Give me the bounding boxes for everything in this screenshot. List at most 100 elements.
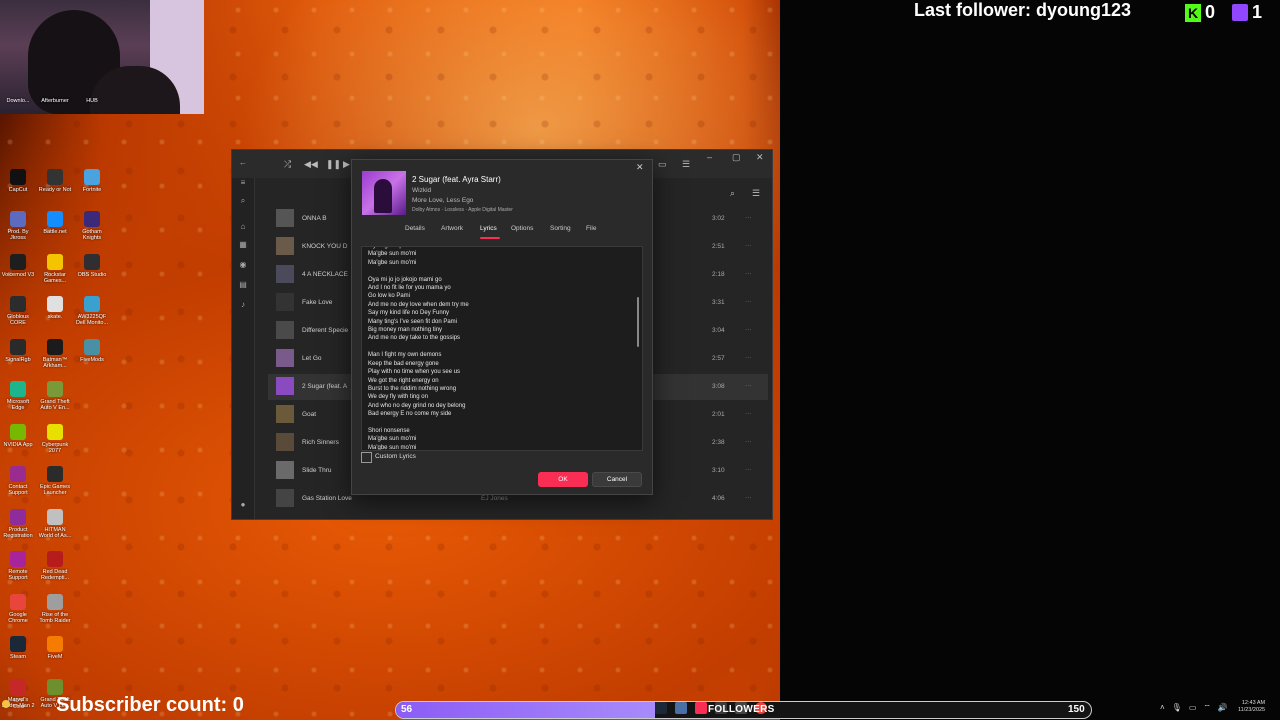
microphone-icon[interactable]: 🎙 xyxy=(1172,703,1182,713)
desktop-icon[interactable]: Gotham Knights xyxy=(74,211,110,241)
maximize-icon[interactable]: ▢ xyxy=(732,152,741,163)
back-icon[interactable]: ← xyxy=(237,158,249,167)
ok-button[interactable]: OK xyxy=(538,472,588,487)
desktop-icon[interactable]: Voicemod V3 xyxy=(0,253,36,278)
more-options-icon[interactable]: ··· xyxy=(745,242,752,249)
desktop-icon[interactable]: HITMAN World of As... xyxy=(37,508,73,539)
weather-widget[interactable]: 46°F Clear xyxy=(2,698,25,710)
network-icon[interactable]: ⌔ xyxy=(1203,703,1211,713)
desktop-icon[interactable]: Rise of the Tomb Raider xyxy=(37,593,73,624)
desktop-icon[interactable]: OBS Studio xyxy=(74,253,110,278)
desktop-icon[interactable]: NVIDIA App xyxy=(0,423,36,448)
desktop-icon[interactable]: Microsoft Edge xyxy=(0,381,36,411)
more-options-icon[interactable]: ··· xyxy=(745,270,752,277)
desktop-icon[interactable]: AW3225QF Dell Monito... xyxy=(74,296,110,326)
home-icon[interactable]: ⌂ xyxy=(237,222,249,231)
shuffle-icon[interactable]: ⤮ xyxy=(284,159,291,170)
desktop-icon[interactable]: CapCut xyxy=(0,168,36,193)
desktop-icon[interactable]: Battle.net xyxy=(37,211,73,235)
tab-options[interactable]: Options xyxy=(511,225,533,232)
steam-taskbar-icon[interactable] xyxy=(655,702,667,714)
desktop-icon[interactable]: Rockstar Games... xyxy=(37,253,73,284)
app-icon xyxy=(47,593,63,610)
app-icon xyxy=(84,168,100,185)
more-options-icon[interactable]: ··· xyxy=(745,410,752,417)
tab-lyrics[interactable]: Lyrics xyxy=(480,225,497,232)
track-duration: 2:51 xyxy=(712,243,725,250)
desktop-icon[interactable]: Remote Support xyxy=(0,551,36,581)
desktop-icon[interactable]: HUB xyxy=(74,98,110,104)
library-icon[interactable]: ▤ xyxy=(237,280,249,289)
active-tab-indicator xyxy=(480,237,500,239)
previous-track-icon[interactable]: ◀◀ xyxy=(304,159,318,170)
desktop-icon[interactable]: Google Chrome xyxy=(0,593,36,624)
webcam-feed xyxy=(0,0,204,114)
desktop-icon[interactable]: Cyberpunk 2077 xyxy=(37,423,73,454)
pause-icon[interactable]: ❚❚ xyxy=(326,159,341,170)
desktop-icon-label: HITMAN World of As... xyxy=(38,526,72,539)
desktop-icon[interactable]: Downlo... xyxy=(0,98,36,104)
minimize-icon[interactable]: – xyxy=(707,152,712,162)
track-duration: 4:06 xyxy=(712,495,725,502)
volume-icon[interactable]: 🔊 xyxy=(1218,703,1228,713)
app-icon xyxy=(10,551,26,567)
lyrics-toggle-icon[interactable]: ▭ xyxy=(658,159,667,170)
desktop-icon-label: OBS Studio xyxy=(77,271,107,278)
cancel-button[interactable]: Cancel xyxy=(592,472,642,487)
playlist-icon[interactable]: ♪ xyxy=(237,300,249,309)
tab-sorting[interactable]: Sorting xyxy=(550,225,571,232)
queue-icon[interactable]: ☰ xyxy=(682,159,690,170)
desktop-icon[interactable]: Epic Games Launcher xyxy=(37,466,73,496)
music-taskbar-icon[interactable] xyxy=(695,702,707,714)
taskbar-clock[interactable]: 12:43 AM 11/23/2025 xyxy=(1238,700,1265,714)
more-options-icon[interactable]: ··· xyxy=(745,214,752,221)
close-window-icon[interactable]: ✕ xyxy=(756,152,764,163)
search-icon[interactable]: ⌕ xyxy=(237,196,249,206)
desktop-icon[interactable]: Afterburner xyxy=(37,98,73,104)
account-icon[interactable]: ● xyxy=(237,500,249,509)
desktop-icon[interactable]: FiveM xyxy=(37,636,73,660)
radio-icon[interactable]: ◉ xyxy=(237,260,249,269)
menu-icon[interactable]: ≡ xyxy=(237,178,249,187)
more-options-icon[interactable]: ··· xyxy=(745,326,752,333)
tab-file[interactable]: File xyxy=(586,225,596,232)
tab-artwork[interactable]: Artwork xyxy=(441,225,463,232)
app-icon xyxy=(10,253,26,270)
track-artwork xyxy=(276,349,294,367)
desktop-icon-label: SignalRgb xyxy=(5,356,31,363)
desktop-icon[interactable]: Contact Support xyxy=(0,466,36,496)
custom-lyrics-checkbox[interactable] xyxy=(361,452,372,463)
desktop-icon[interactable]: skate. xyxy=(37,296,73,320)
lyrics-textarea[interactable]: If you good pleasure Ma'gbe sun mo'mi Ma… xyxy=(361,246,643,451)
followers-goal-fill xyxy=(396,702,656,718)
browse-icon[interactable]: ▦ xyxy=(237,240,249,249)
desktop-icon[interactable]: SignalRgb xyxy=(0,338,36,363)
close-dialog-icon[interactable]: ✕ xyxy=(636,162,644,173)
desktop-icon[interactable]: FiveMods xyxy=(74,338,110,363)
desktop-icon[interactable]: Fortnite xyxy=(74,168,110,193)
desktop-icon[interactable]: Grand Theft Auto V En... xyxy=(37,381,73,411)
more-options-icon[interactable]: ··· xyxy=(745,466,752,473)
more-options-icon[interactable]: ··· xyxy=(745,438,752,445)
desktop-icon[interactable]: Prod. By Jkross xyxy=(0,211,36,241)
more-options-icon[interactable]: ··· xyxy=(745,382,752,389)
desktop-icon[interactable]: Batman™ Arkham... xyxy=(37,338,73,369)
library-search-icon[interactable]: ⌕ xyxy=(730,188,735,199)
lyrics-scrollbar[interactable] xyxy=(637,297,639,347)
desktop-icon-label: Grand Theft Auto V En... xyxy=(40,399,70,411)
more-options-icon[interactable]: ··· xyxy=(745,298,752,305)
desktop-icon-label: Epic Games Launcher xyxy=(40,484,70,496)
next-track-icon[interactable]: ▶ xyxy=(343,159,350,170)
desktop-icon[interactable]: Globlous CORE xyxy=(0,296,36,326)
desktop-icon[interactable]: Ready or Not xyxy=(37,168,73,193)
tab-details[interactable]: Details xyxy=(405,225,425,232)
display-icon[interactable]: ▭ xyxy=(1189,703,1197,713)
photos-taskbar-icon[interactable] xyxy=(675,702,687,714)
desktop-icon[interactable]: Red Dead Redempti... xyxy=(37,551,73,581)
more-options-icon[interactable]: ··· xyxy=(745,494,752,501)
desktop-icon[interactable]: Steam xyxy=(0,636,36,660)
show-hidden-icons-icon[interactable]: ˄ xyxy=(1160,703,1165,713)
more-options-icon[interactable]: ··· xyxy=(745,354,752,361)
view-options-icon[interactable]: ☰ xyxy=(752,188,760,199)
desktop-icon[interactable]: Product Registration xyxy=(0,508,36,539)
